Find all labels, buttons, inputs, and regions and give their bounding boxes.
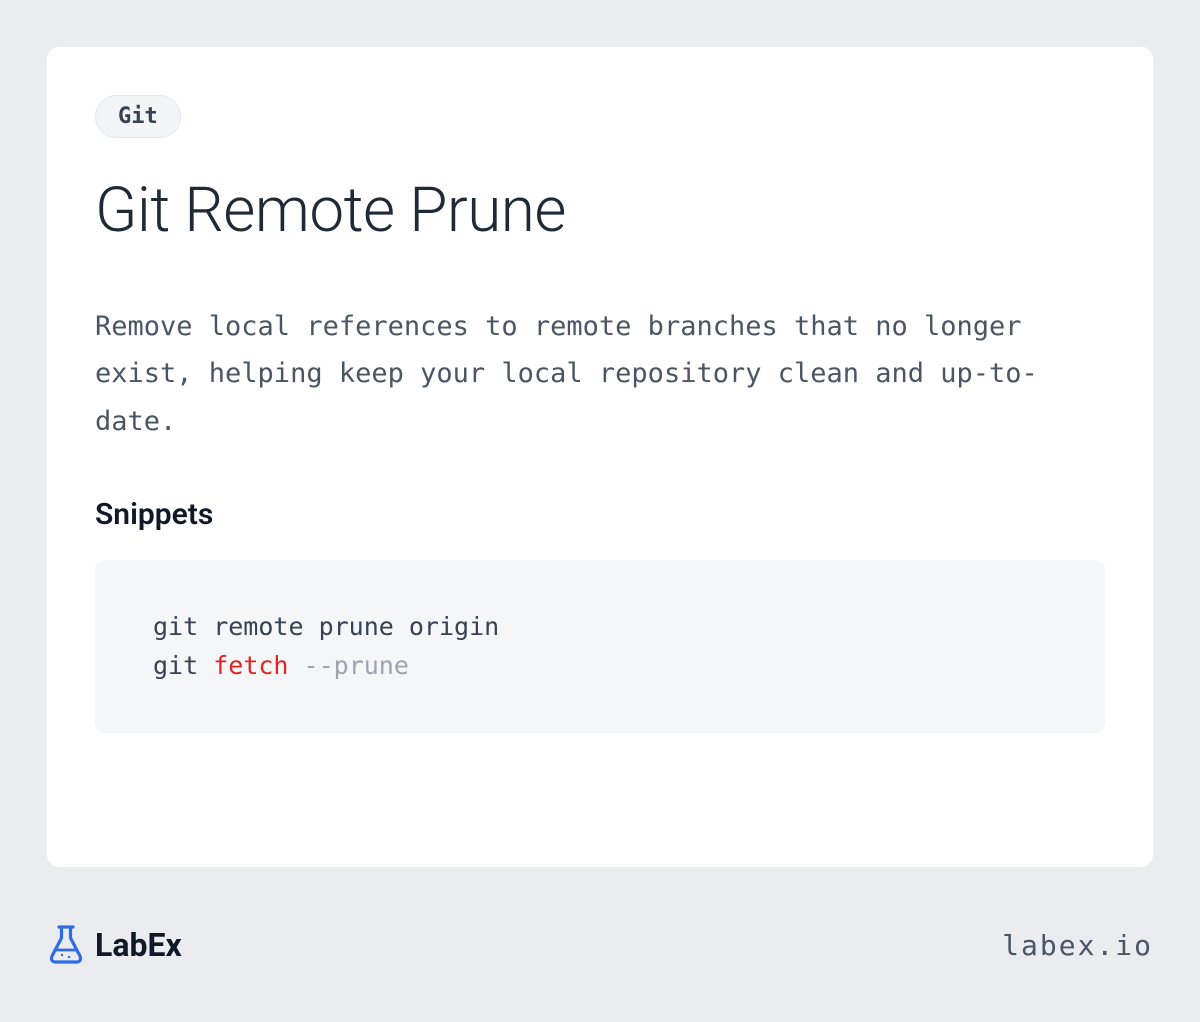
- code-keyword: fetch: [213, 651, 288, 680]
- code-text: [288, 651, 303, 680]
- logo: LabEx: [47, 924, 182, 966]
- flask-icon: [47, 924, 85, 966]
- logo-text: LabEx: [95, 926, 182, 964]
- description-text: Remove local references to remote branch…: [95, 303, 1105, 445]
- category-tag: Git: [95, 95, 181, 138]
- footer-url: labex.io: [1002, 929, 1153, 962]
- page-title: Git Remote Prune: [95, 174, 1105, 247]
- content-card: Git Git Remote Prune Remove local refere…: [47, 47, 1153, 867]
- code-line: git remote prune origin: [153, 608, 1047, 647]
- code-block: git remote prune origin git fetch --prun…: [95, 560, 1105, 734]
- snippets-heading: Snippets: [95, 497, 1105, 532]
- footer: LabEx labex.io: [47, 915, 1153, 975]
- code-flag: --prune: [304, 651, 409, 680]
- code-text: git: [153, 651, 213, 680]
- code-line: git fetch --prune: [153, 647, 1047, 686]
